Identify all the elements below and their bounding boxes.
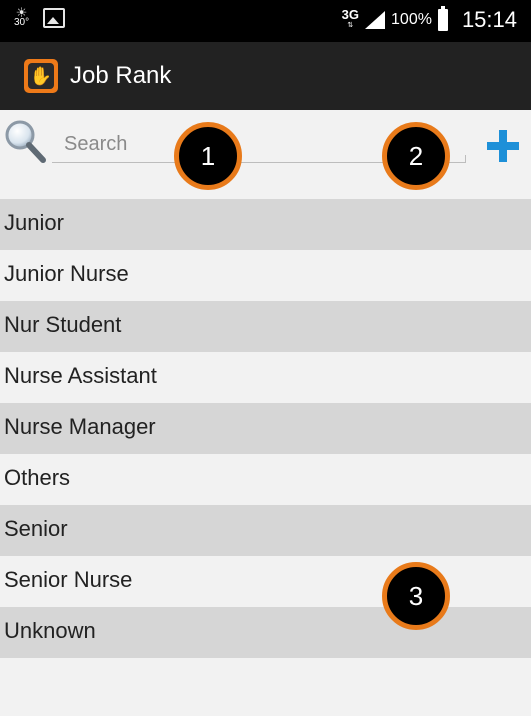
add-icon[interactable] <box>484 127 522 165</box>
job-rank-list: Junior Junior Nurse Nur Student Nurse As… <box>0 199 531 658</box>
weather-temp: 30° <box>14 17 30 28</box>
search-row <box>0 110 531 199</box>
status-right: 3G ⇅ 100% 15:14 <box>342 6 517 33</box>
list-item[interactable]: Junior Nurse <box>0 250 531 301</box>
status-bar: ☀ 30° 3G ⇅ 100% 15:14 <box>0 0 531 42</box>
list-item[interactable]: Junior <box>0 199 531 250</box>
callout-marker-3: 3 <box>382 562 450 630</box>
list-item[interactable]: Senior <box>0 505 531 556</box>
search-icon[interactable] <box>3 118 47 164</box>
list-item[interactable]: Senior Nurse <box>0 556 531 607</box>
battery-icon <box>437 6 448 31</box>
battery-percent: 100% <box>391 11 432 28</box>
page-title: Job Rank <box>70 62 172 89</box>
list-item[interactable]: Others <box>0 454 531 505</box>
list-item[interactable]: Nurse Manager <box>0 403 531 454</box>
list-item[interactable]: Unknown <box>0 607 531 658</box>
network-indicator: 3G ⇅ <box>342 8 359 31</box>
clapping-hands-icon: ✋ <box>28 63 54 89</box>
status-left: ☀ 30° <box>14 6 66 28</box>
callout-marker-2: 2 <box>382 122 450 190</box>
list-item[interactable]: Nur Student <box>0 301 531 352</box>
action-bar: ✋ Job Rank <box>0 42 531 110</box>
status-time: 15:14 <box>461 7 517 32</box>
app-icon[interactable]: ✋ <box>24 59 58 93</box>
signal-icon <box>365 11 386 29</box>
weather-indicator: ☀ 30° <box>14 6 30 28</box>
callout-marker-1: 1 <box>174 122 242 190</box>
list-item[interactable]: Nurse Assistant <box>0 352 531 403</box>
gallery-icon <box>43 8 66 28</box>
